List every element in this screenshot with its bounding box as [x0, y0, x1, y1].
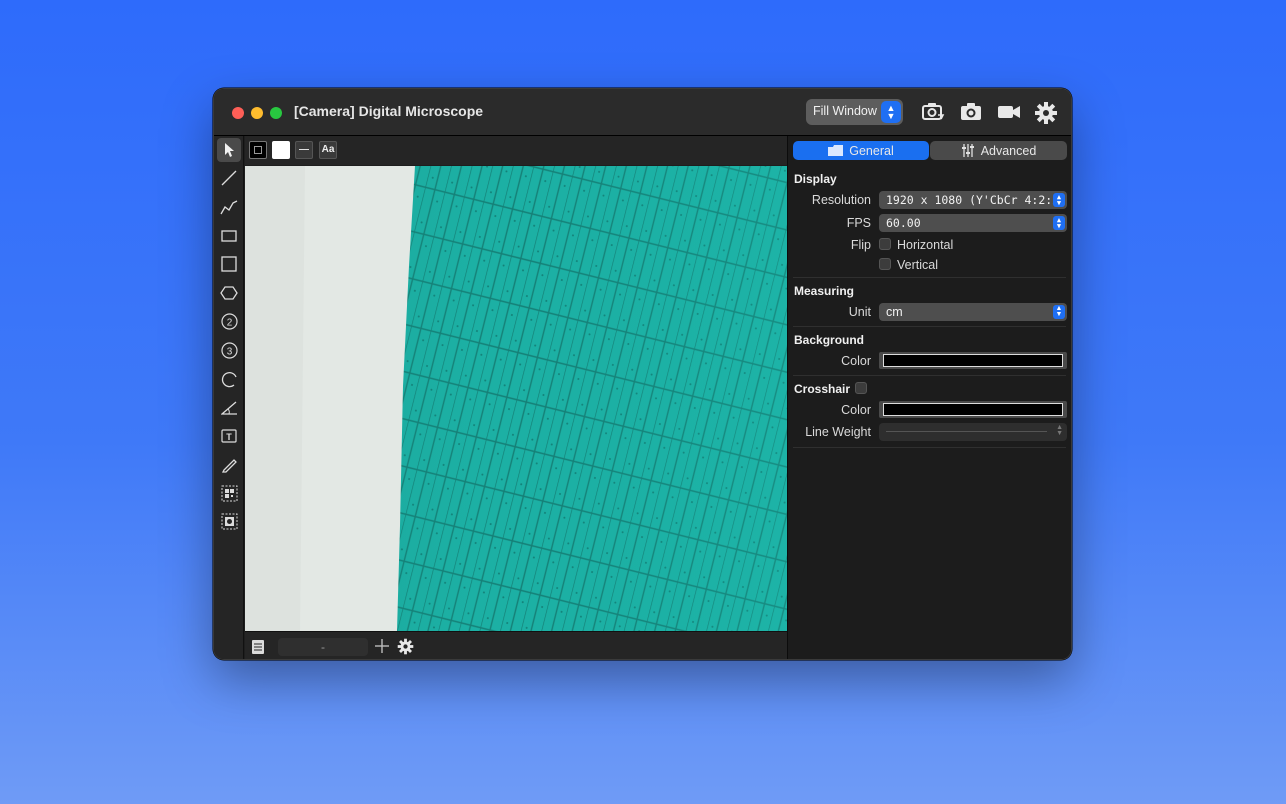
plus-icon[interactable]	[374, 638, 390, 659]
flip-vertical-label: Vertical	[897, 258, 938, 272]
flip-horizontal-checkbox[interactable]	[879, 238, 891, 250]
panel-tabs: General Advanced	[793, 141, 1067, 160]
text-tool-icon[interactable]: T	[217, 424, 241, 448]
divider	[793, 447, 1066, 448]
close-window-button[interactable]	[232, 107, 244, 119]
fps-label: FPS	[846, 216, 871, 230]
flip-label: Flip	[850, 238, 871, 252]
chevron-updown-icon: ▲ ▼	[881, 101, 901, 123]
minimize-window-button[interactable]	[251, 107, 263, 119]
divider	[793, 277, 1066, 278]
title-bar: [Camera] Digital Microscope Fill Window …	[214, 89, 1071, 136]
line-weight-select[interactable]: ▲ ▼	[879, 423, 1067, 441]
measuring-section-title: Measuring	[794, 284, 855, 298]
microscope-image	[245, 166, 787, 631]
pencil-tool-icon[interactable]	[217, 452, 241, 476]
tab-general-label: General	[849, 143, 894, 158]
chevron-updown-icon: ▲ ▼	[1053, 193, 1065, 207]
camera-viewport[interactable]	[245, 166, 787, 631]
zoom-window-button[interactable]	[270, 107, 282, 119]
gear-icon[interactable]	[1034, 101, 1058, 124]
three-point-circle-tool-icon[interactable]: 3	[217, 338, 241, 362]
chevron-updown-icon: ▲ ▼	[1053, 305, 1065, 319]
unit-value: cm	[886, 305, 903, 319]
pointer-tool-icon[interactable]	[217, 138, 241, 162]
two-point-circle-tool-icon[interactable]: 2	[217, 309, 241, 333]
tab-advanced[interactable]: Advanced	[930, 141, 1067, 160]
line-style-button[interactable]	[295, 141, 313, 159]
divider	[793, 326, 1066, 327]
gear-icon[interactable]	[397, 638, 414, 659]
line-tool-icon[interactable]	[217, 166, 241, 190]
view-mode-value: Fill Window	[813, 104, 877, 118]
crosshair-color-well[interactable]	[879, 401, 1067, 418]
svg-text:2: 2	[226, 317, 232, 328]
square-tool-icon[interactable]	[217, 252, 241, 276]
polyline-tool-icon[interactable]	[217, 195, 241, 219]
tool-strip: 2 3 T	[214, 136, 244, 659]
app-window: [Camera] Digital Microscope Fill Window …	[213, 88, 1072, 660]
folder-icon	[828, 145, 844, 156]
fps-value: 60.00	[886, 216, 921, 230]
divider	[793, 375, 1066, 376]
resolution-value: 1920 x 1080 (Y'CbCr 4:2:2...	[886, 193, 1067, 207]
crosshair-checkbox[interactable]	[855, 382, 867, 394]
window-title: [Camera] Digital Microscope	[294, 103, 484, 119]
crosshair-section-title: Crosshair	[794, 382, 851, 396]
focus-scan-tool-icon[interactable]	[217, 509, 241, 533]
tab-advanced-label: Advanced	[980, 143, 1037, 158]
viewport-bottom-bar: -	[245, 631, 787, 659]
camera-icon[interactable]	[959, 101, 983, 123]
crosshair-color-label: Color	[841, 403, 871, 417]
svg-text:T: T	[226, 432, 232, 442]
unit-select[interactable]: cm ▲ ▼	[879, 303, 1067, 321]
unit-label: Unit	[848, 305, 871, 319]
video-camera-icon[interactable]	[997, 101, 1021, 123]
fps-select[interactable]: 60.00 ▲ ▼	[879, 214, 1067, 232]
background-color-label: Color	[841, 354, 871, 368]
stroke-color-swatch[interactable]	[249, 141, 267, 159]
line-weight-label: Line Weight	[805, 425, 871, 439]
fill-color-swatch[interactable]	[272, 141, 290, 159]
angle-tool-icon[interactable]	[217, 395, 241, 419]
background-color-well[interactable]	[879, 352, 1067, 369]
svg-text:3: 3	[226, 346, 232, 357]
rectangle-tool-icon[interactable]	[217, 224, 241, 248]
flip-vertical-checkbox[interactable]	[879, 258, 891, 270]
display-section-title: Display	[794, 172, 837, 186]
resolution-label: Resolution	[811, 193, 871, 207]
font-button[interactable]: Aa	[319, 141, 337, 159]
scale-field[interactable]: -	[278, 638, 368, 656]
hexagon-tool-icon[interactable]	[217, 281, 241, 305]
chevron-updown-icon: ▲ ▼	[1053, 216, 1065, 230]
list-icon[interactable]	[251, 639, 265, 659]
flip-horizontal-label: Horizontal	[897, 238, 954, 252]
drawing-style-bar: Aa	[245, 136, 787, 165]
view-mode-select[interactable]: Fill Window ▲ ▼	[806, 99, 903, 125]
resolution-select[interactable]: 1920 x 1080 (Y'CbCr 4:2:2... ▲ ▼	[879, 191, 1067, 209]
background-section-title: Background	[794, 333, 865, 347]
arc-tool-icon[interactable]	[217, 367, 241, 391]
rotate-camera-icon[interactable]	[921, 101, 945, 123]
settings-panel: General Advanced Display Resolution 1920…	[787, 136, 1071, 659]
chevron-updown-icon: ▲ ▼	[1056, 424, 1063, 437]
sliders-icon	[961, 144, 974, 157]
qr-scan-tool-icon[interactable]	[217, 481, 241, 505]
tab-general[interactable]: General	[793, 141, 929, 160]
